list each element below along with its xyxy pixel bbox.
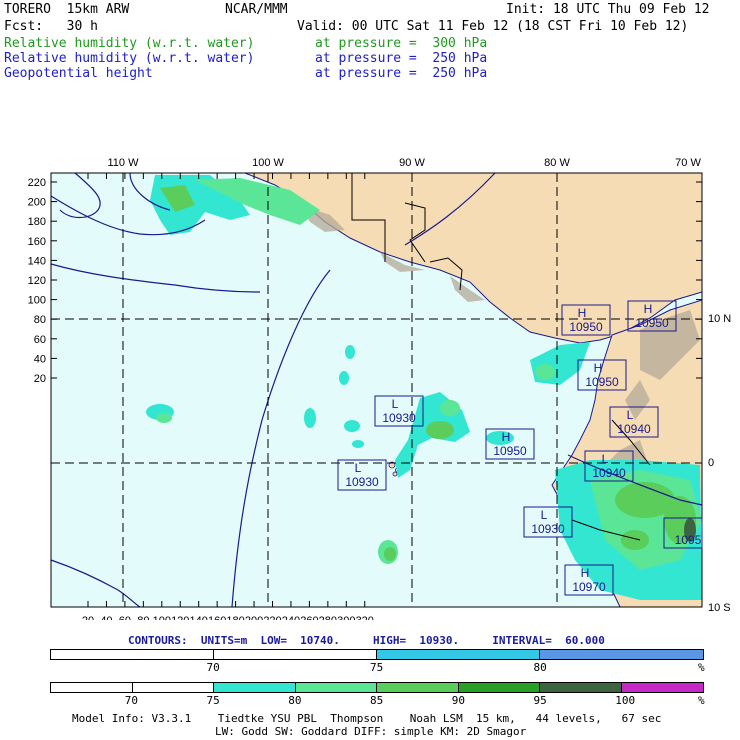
colorbar-label: 100 (615, 694, 636, 707)
x-tick-label: 280 (319, 615, 337, 620)
center-value: 10930 (531, 522, 565, 536)
center-type: H (578, 306, 587, 320)
colorbar-label: 80 (533, 661, 547, 674)
model-info: Model Info: V3.3.1 Tiedtke YSU PBL Thomp… (72, 712, 662, 725)
x-tick-label: 20 (82, 615, 94, 620)
y-tick-label: 80 (34, 314, 46, 326)
y-tick-label: 60 (34, 334, 46, 346)
center-type: H (502, 430, 511, 444)
colorbar-segment (214, 650, 377, 659)
colorbar-label: 75 (206, 694, 220, 707)
latitude-label: 10 S (708, 602, 731, 614)
colorbar-segment (51, 683, 133, 692)
center-value: 10930 (345, 475, 379, 489)
center-type: H (644, 302, 653, 316)
contour-info: CONTOURS: UNITS=m LOW= 10740. HIGH= 1093… (128, 634, 605, 647)
colorbar-label: 75 (370, 661, 384, 674)
colorbar-label: 70 (206, 661, 220, 674)
x-tick-label: 220 (263, 615, 281, 620)
colorbar-label: 70 (124, 694, 138, 707)
model-physics: LW: Godd SW: Goddard DIFF: simple KM: 2D… (215, 725, 527, 738)
x-tick-label: 180 (226, 615, 244, 620)
center-type: L (627, 408, 634, 422)
colorbar-250hpa (50, 649, 704, 660)
latitude-label: 0 (708, 457, 714, 469)
x-tick-label: 60 (119, 615, 131, 620)
colorbar-segment (377, 683, 459, 692)
x-tick-label: 300 (337, 615, 355, 620)
center-type: H (594, 361, 603, 375)
x-tick-label: 100 (153, 615, 171, 620)
colorbar-segment (214, 683, 296, 692)
colorbar-segment (51, 650, 214, 659)
longitude-label: 70 W (675, 157, 701, 169)
y-tick-label: 220 (28, 177, 46, 189)
x-tick-label: 80 (137, 615, 149, 620)
field-3-level: at pressure = 250 hPa (315, 66, 488, 81)
center-type: L (602, 452, 609, 466)
colorbar-label: 95 (533, 694, 547, 707)
y-tick-label: 140 (28, 255, 46, 267)
center-type: L (392, 397, 399, 411)
model-name: TORERO 15km ARW (4, 2, 130, 17)
x-tick-label: 260 (300, 615, 318, 620)
center-type: H (581, 566, 590, 580)
center-value: 10950 (493, 444, 527, 458)
y-tick-label: 160 (28, 236, 46, 248)
colorbar-label: 85 (370, 694, 384, 707)
center-value: 10930 (382, 411, 416, 425)
longitude-label: 100 W (252, 157, 284, 169)
center-value: 10950 (585, 375, 619, 389)
y-tick-label: 180 (28, 216, 46, 228)
longitude-label: 80 W (544, 157, 570, 169)
field-3-name: Geopotential height (4, 66, 153, 81)
center-value: 10950 (635, 316, 669, 330)
center-value: 10940 (617, 422, 651, 436)
colorbar-300hpa (50, 682, 704, 693)
colorbar-segment (377, 650, 540, 659)
y-tick-label: 20 (34, 373, 46, 385)
y-tick-label: 200 (28, 197, 46, 209)
colorbar-segment (540, 650, 703, 659)
field-1-level: at pressure = 300 hPa (315, 36, 488, 51)
field-2-name: Relative humidity (w.r.t. water) (4, 51, 255, 66)
x-tick-label: 120 (171, 615, 189, 620)
longitude-label: 110 W (108, 157, 140, 169)
center-type: L (541, 508, 548, 522)
field-1-name: Relative humidity (w.r.t. water) (4, 36, 255, 51)
x-tick-label: 320 (356, 615, 374, 620)
x-tick-label: 40 (100, 615, 112, 620)
center-type: L (355, 461, 362, 475)
weather-map: 2040608010012014016018020022024026028030… (28, 157, 732, 620)
colorbar-label: 80 (288, 694, 302, 707)
colorbar-unit: % (698, 661, 705, 674)
center-value: 10950 (569, 320, 603, 334)
y-tick-label: 40 (34, 353, 46, 365)
colorbar-segment (295, 683, 377, 692)
center-name: NCAR/MMM (225, 2, 288, 17)
init-time: Init: 18 UTC Thu 09 Feb 12 (506, 2, 710, 17)
x-tick-label: 140 (190, 615, 208, 620)
colorbar-segment (621, 683, 703, 692)
field-2-level: at pressure = 250 hPa (315, 51, 488, 66)
colorbar-label: 90 (451, 694, 465, 707)
center-value: 10970 (572, 580, 606, 594)
forecast-hour: Fcst: 30 h (4, 19, 98, 34)
valid-time: Valid: 00 UTC Sat 11 Feb 12 (18 CST Fri … (297, 19, 689, 34)
x-tick-label: 240 (282, 615, 300, 620)
longitude-label: 90 W (399, 157, 425, 169)
colorbar-unit: % (698, 694, 705, 707)
y-tick-label: 100 (28, 295, 46, 307)
colorbar-segment (458, 683, 540, 692)
y-tick-label: 120 (28, 275, 46, 287)
center-value: 1095 (675, 533, 702, 547)
colorbar-segment (132, 683, 214, 692)
x-tick-label: 160 (208, 615, 226, 620)
center-value: 10940 (592, 466, 626, 480)
x-tick-label: 200 (245, 615, 263, 620)
colorbar-segment (540, 683, 622, 692)
latitude-label: 10 N (708, 313, 731, 325)
